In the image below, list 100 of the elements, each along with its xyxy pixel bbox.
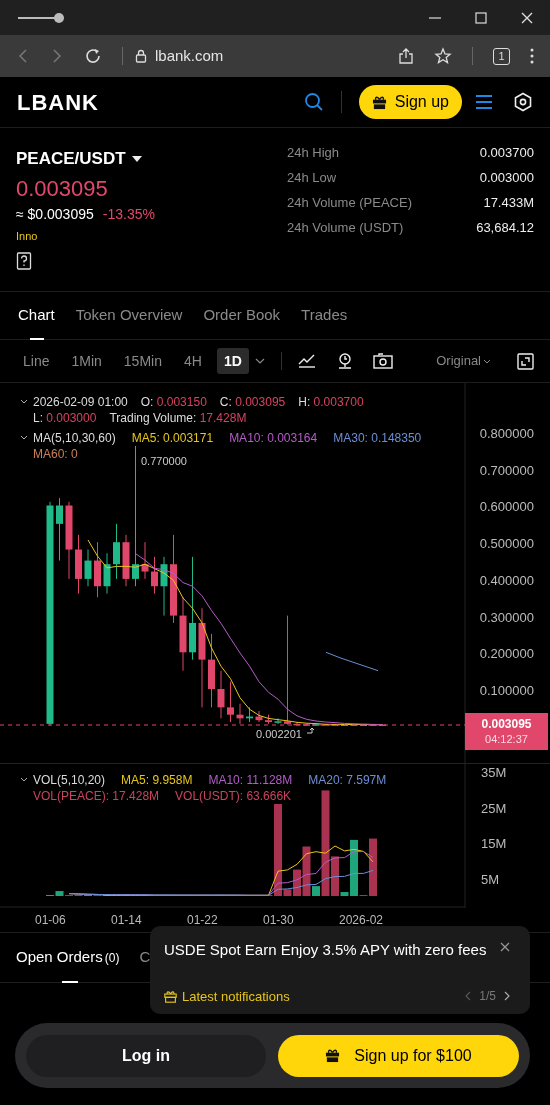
- gift-icon: [325, 1048, 341, 1063]
- candle: [151, 556, 158, 595]
- ohlc-value: C: 0.003095: [219, 394, 286, 410]
- axis-label: 0.700000: [479, 461, 534, 480]
- search-icon[interactable]: [303, 92, 324, 112]
- document-help-icon[interactable]: [16, 252, 32, 270]
- candle: [227, 681, 234, 723]
- interval-tab[interactable]: Line: [16, 348, 57, 374]
- lock-icon: [135, 49, 147, 63]
- tab[interactable]: C: [139, 932, 151, 983]
- candle: [75, 534, 82, 595]
- axis-label: 01-22: [187, 912, 218, 929]
- maximize-icon[interactable]: [474, 10, 488, 25]
- axis-label: 0.200000: [479, 645, 534, 664]
- price-marker: 0.002201: [256, 727, 302, 742]
- reload-icon[interactable]: [84, 47, 102, 65]
- back-icon[interactable]: [16, 48, 30, 64]
- chevron-down-icon[interactable]: [254, 358, 265, 364]
- axis-label: 01-06: [35, 912, 66, 929]
- stat-label: 24h High: [287, 144, 340, 161]
- candle: [217, 670, 225, 719]
- share-icon[interactable]: [398, 47, 414, 65]
- candle-date: 2026-02-09 01:00: [33, 394, 128, 410]
- interval-tab[interactable]: 1D: [216, 348, 249, 374]
- url-field[interactable]: lbank.com: [155, 44, 224, 68]
- stat-value: 0.003700: [479, 144, 534, 161]
- candle: [331, 723, 339, 726]
- axis-label: 01-30: [263, 912, 294, 929]
- interval-tab[interactable]: 15Min: [116, 348, 169, 374]
- slider-icon[interactable]: [16, 11, 66, 24]
- chevron-down-icon[interactable]: [483, 358, 491, 364]
- interval-tab[interactable]: 4H: [176, 348, 209, 374]
- candle: [303, 723, 310, 726]
- logo[interactable]: LBANK: [17, 85, 99, 119]
- tag-label: Inno: [16, 228, 39, 244]
- axis-label: 0.300000: [479, 608, 534, 627]
- candle: [274, 717, 282, 725]
- arrow-icon: [306, 727, 315, 734]
- more-icon[interactable]: [530, 48, 534, 64]
- menu-icon[interactable]: [475, 94, 493, 110]
- volume-bar: [55, 891, 64, 896]
- gift-icon: [164, 989, 177, 1003]
- ohlc-value: O: 0.003150: [140, 394, 207, 410]
- price-mode-dropdown[interactable]: Original: [436, 351, 481, 371]
- tab-count-button[interactable]: 1: [493, 47, 510, 65]
- price-marker: 0.770000: [141, 454, 187, 469]
- notifications-link[interactable]: Latest notifications: [182, 986, 290, 1006]
- line-chart-icon[interactable]: [297, 353, 316, 369]
- indicator-value: VOL(PEACE): 17.428M: [33, 788, 160, 804]
- axis-label: 15M: [481, 835, 507, 854]
- chevron-right-icon[interactable]: [504, 991, 510, 1002]
- candle: [122, 534, 130, 587]
- pin-icon[interactable]: [336, 352, 353, 370]
- ohlc-value: Trading Volume: 17.428M: [109, 410, 247, 426]
- last-price: 0.003095: [16, 174, 109, 203]
- stat-label: 24h Volume (PEACE): [287, 194, 412, 211]
- indicator-value: MA5: 0.003171: [131, 430, 214, 446]
- candle: [379, 723, 386, 727]
- ohlc-value: L: 0.003000: [33, 410, 97, 426]
- axis-label: 01-14: [111, 912, 142, 929]
- camera-icon[interactable]: [372, 353, 393, 369]
- candle: [56, 497, 63, 562]
- chevron-down-icon[interactable]: [20, 435, 28, 440]
- chevron-down-icon[interactable]: [20, 777, 28, 782]
- interval-tab[interactable]: 1Min: [64, 348, 109, 374]
- signup-button[interactable]: Sign up: [358, 85, 462, 119]
- candle: [322, 723, 329, 726]
- tab[interactable]: Order Book: [203, 291, 281, 340]
- candle: [265, 714, 272, 725]
- fullscreen-icon[interactable]: [517, 352, 534, 370]
- star-icon[interactable]: [434, 47, 452, 65]
- tab[interactable]: Chart: [18, 291, 55, 340]
- tab[interactable]: Token Overview: [75, 291, 183, 340]
- forward-icon[interactable]: [50, 48, 64, 64]
- tab[interactable]: Open Orders(0): [16, 932, 120, 983]
- indicator-value: VOL(USDT): 63.666K: [175, 788, 292, 804]
- stat-value: 17.433M: [483, 194, 534, 211]
- caret-icon[interactable]: [131, 155, 142, 162]
- price-change: -13.35%: [102, 204, 155, 224]
- stat-value: 0.003000: [479, 169, 534, 186]
- axis-label: 25M: [481, 799, 507, 818]
- candle: [350, 723, 358, 726]
- tab[interactable]: Trades: [301, 291, 348, 340]
- close-icon[interactable]: [500, 942, 510, 952]
- candle: [255, 710, 263, 723]
- candle: [236, 703, 244, 725]
- page-indicator: 1/5: [479, 988, 496, 1006]
- settings-icon[interactable]: [513, 92, 533, 112]
- stat-label: 24h Volume (USDT): [287, 219, 404, 236]
- candle: [141, 541, 149, 580]
- ma30-line: [325, 651, 379, 672]
- pair-symbol[interactable]: PEACE/USDT: [16, 146, 126, 172]
- gift-icon: [371, 94, 387, 110]
- signup-button[interactable]: Sign up for $100: [278, 1034, 519, 1077]
- notification-title[interactable]: USDE Spot Earn Enjoy 3.5% APY with zero fees: [164, 939, 500, 962]
- ma-label: MA(5,10,30,60): [33, 430, 116, 446]
- axis-label: 0.100000: [479, 681, 534, 700]
- login-button[interactable]: Log in: [26, 1034, 266, 1077]
- candle: [160, 556, 168, 617]
- chevron-down-icon[interactable]: [20, 399, 28, 404]
